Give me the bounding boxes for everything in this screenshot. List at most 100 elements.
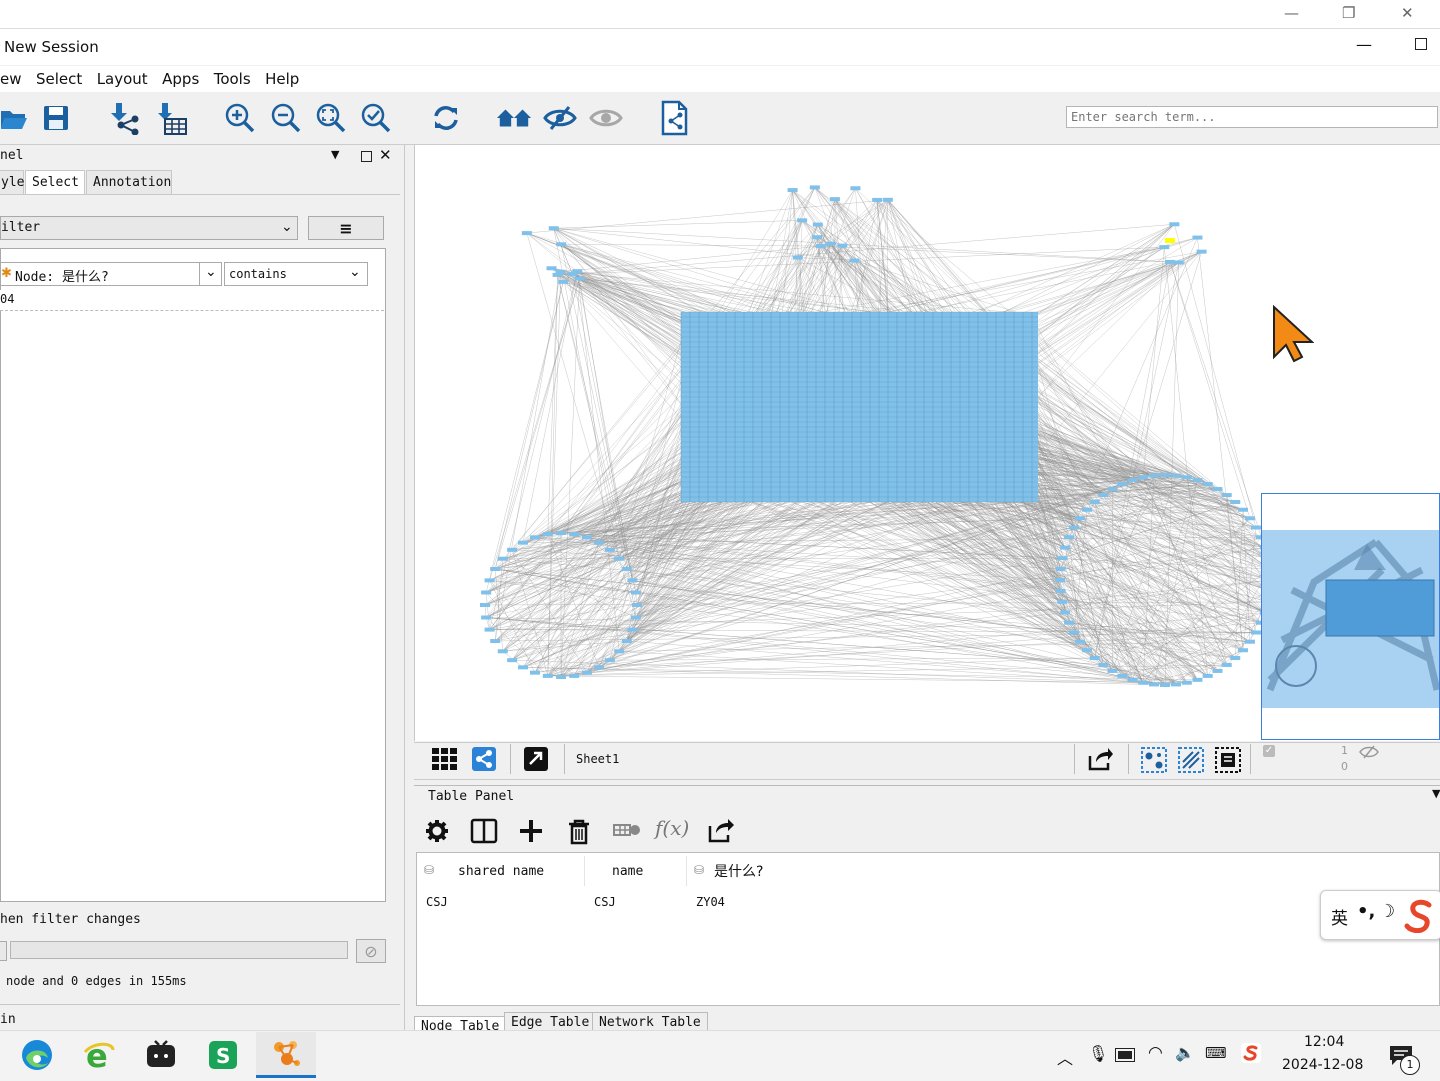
battery-icon[interactable] (1115, 1048, 1135, 1062)
network-node[interactable] (830, 197, 840, 201)
network-node[interactable] (1149, 474, 1159, 478)
network-node[interactable] (1056, 567, 1066, 571)
network-node[interactable] (556, 675, 566, 679)
network-node[interactable] (490, 639, 500, 643)
network-node[interactable] (1108, 669, 1118, 673)
network-node[interactable] (549, 226, 559, 230)
zoom-fit-icon[interactable] (313, 100, 349, 136)
network-node[interactable] (813, 223, 823, 227)
split-columns-icon[interactable] (470, 818, 498, 848)
network-node[interactable] (543, 532, 553, 536)
home-icon[interactable] (496, 100, 532, 136)
network-node[interactable] (812, 235, 822, 239)
network-node[interactable] (1075, 640, 1085, 644)
network-node[interactable] (849, 259, 859, 263)
open-folder-icon[interactable] (0, 100, 32, 136)
network-node[interactable] (556, 531, 566, 535)
network-node[interactable] (1182, 681, 1192, 685)
menu-tools[interactable]: Tools (214, 70, 251, 88)
network-node[interactable] (498, 649, 508, 653)
network-node[interactable] (485, 578, 495, 582)
show-all-icon[interactable] (588, 100, 624, 136)
network-node[interactable] (1213, 487, 1223, 491)
network-node[interactable] (1213, 669, 1223, 673)
network-node[interactable] (498, 557, 508, 561)
network-node[interactable] (1169, 222, 1179, 226)
network-node[interactable] (605, 548, 615, 552)
network-node[interactable] (543, 674, 553, 678)
minimize-button[interactable]: — (1284, 4, 1299, 22)
import-network-icon[interactable] (106, 100, 142, 136)
bilibili-icon[interactable] (134, 1032, 188, 1078)
network-node[interactable] (622, 567, 632, 571)
network-node[interactable] (850, 186, 860, 190)
menu-select[interactable]: Select (36, 70, 82, 88)
network-node[interactable] (1203, 482, 1213, 486)
ie-browser-icon[interactable]: e (72, 1032, 126, 1078)
filter-menu-button[interactable]: ≡ (308, 216, 384, 240)
network-node[interactable] (1160, 683, 1170, 687)
zoom-in-icon[interactable] (222, 100, 258, 136)
select-annotations-icon[interactable] (1214, 746, 1242, 778)
network-node[interactable] (1128, 678, 1138, 682)
clock-date[interactable]: 2024-12-08 (1282, 1057, 1363, 1073)
network-node[interactable] (1069, 631, 1079, 635)
network-node[interactable] (1069, 526, 1079, 530)
network-node[interactable] (1090, 500, 1100, 504)
network-node[interactable] (556, 242, 566, 246)
wps-sheet-icon[interactable]: S (196, 1032, 250, 1078)
network-node[interactable] (627, 578, 637, 582)
network-node[interactable] (883, 198, 893, 202)
export-table-icon[interactable] (706, 816, 736, 848)
network-node[interactable] (1138, 475, 1148, 479)
filter-value-field[interactable]: 04 (0, 290, 384, 311)
birds-eye-view[interactable] (1261, 493, 1440, 740)
export-icon[interactable] (1086, 746, 1114, 776)
add-column-icon[interactable] (518, 818, 544, 848)
volume-icon[interactable]: 🔈 (1175, 1043, 1195, 1062)
network-node[interactable] (837, 244, 847, 248)
network-node[interactable] (1060, 610, 1070, 614)
panel-float-icon[interactable] (361, 151, 372, 162)
save-icon[interactable] (38, 100, 74, 136)
tray-chevron-up-icon[interactable]: ︿ (1057, 1045, 1073, 1069)
show-selected-checkbox[interactable]: ✓ (1263, 745, 1275, 757)
network-node[interactable] (627, 628, 637, 632)
network-node[interactable] (1057, 556, 1067, 560)
edge-browser-icon[interactable] (10, 1032, 64, 1078)
network-node[interactable] (1192, 478, 1202, 482)
network-node[interactable] (1056, 589, 1066, 593)
network-node[interactable] (547, 266, 557, 270)
share-network-icon[interactable] (470, 746, 498, 776)
network-node[interactable] (518, 665, 528, 669)
network-node[interactable] (530, 535, 540, 539)
network-node[interactable] (481, 616, 491, 620)
menu-layout[interactable]: Layout (97, 70, 148, 88)
network-node[interactable] (632, 603, 642, 607)
network-node[interactable] (1222, 493, 1232, 497)
filter-combo[interactable]: ilter ⌄ (0, 216, 298, 240)
close-button[interactable]: ✕ (1401, 4, 1414, 22)
column-header-shared-name[interactable]: shared name (458, 858, 544, 886)
network-node[interactable] (1060, 546, 1070, 550)
table-cell[interactable]: ZY04 (696, 892, 725, 912)
network-node[interactable] (1055, 578, 1065, 582)
apply-checkbox[interactable] (0, 941, 7, 961)
search-input[interactable] (1066, 106, 1438, 128)
network-node[interactable] (1098, 493, 1108, 497)
network-node[interactable] (490, 567, 500, 571)
network-node[interactable] (1182, 475, 1192, 479)
network-node[interactable] (1192, 236, 1202, 240)
network-node[interactable] (518, 541, 528, 545)
network-node[interactable] (480, 603, 490, 607)
tab-style[interactable]: yle (0, 170, 24, 194)
network-node[interactable] (1108, 487, 1118, 491)
table-cell[interactable]: CSJ (594, 892, 616, 912)
network-document-icon[interactable] (658, 100, 694, 136)
network-node[interactable] (575, 277, 585, 281)
panel-close-icon[interactable]: ✕ (379, 146, 392, 164)
network-node[interactable] (1165, 260, 1175, 264)
app-maximize-button[interactable] (1415, 38, 1427, 50)
network-node[interactable] (485, 628, 495, 632)
column-header-name[interactable]: name (612, 858, 643, 886)
